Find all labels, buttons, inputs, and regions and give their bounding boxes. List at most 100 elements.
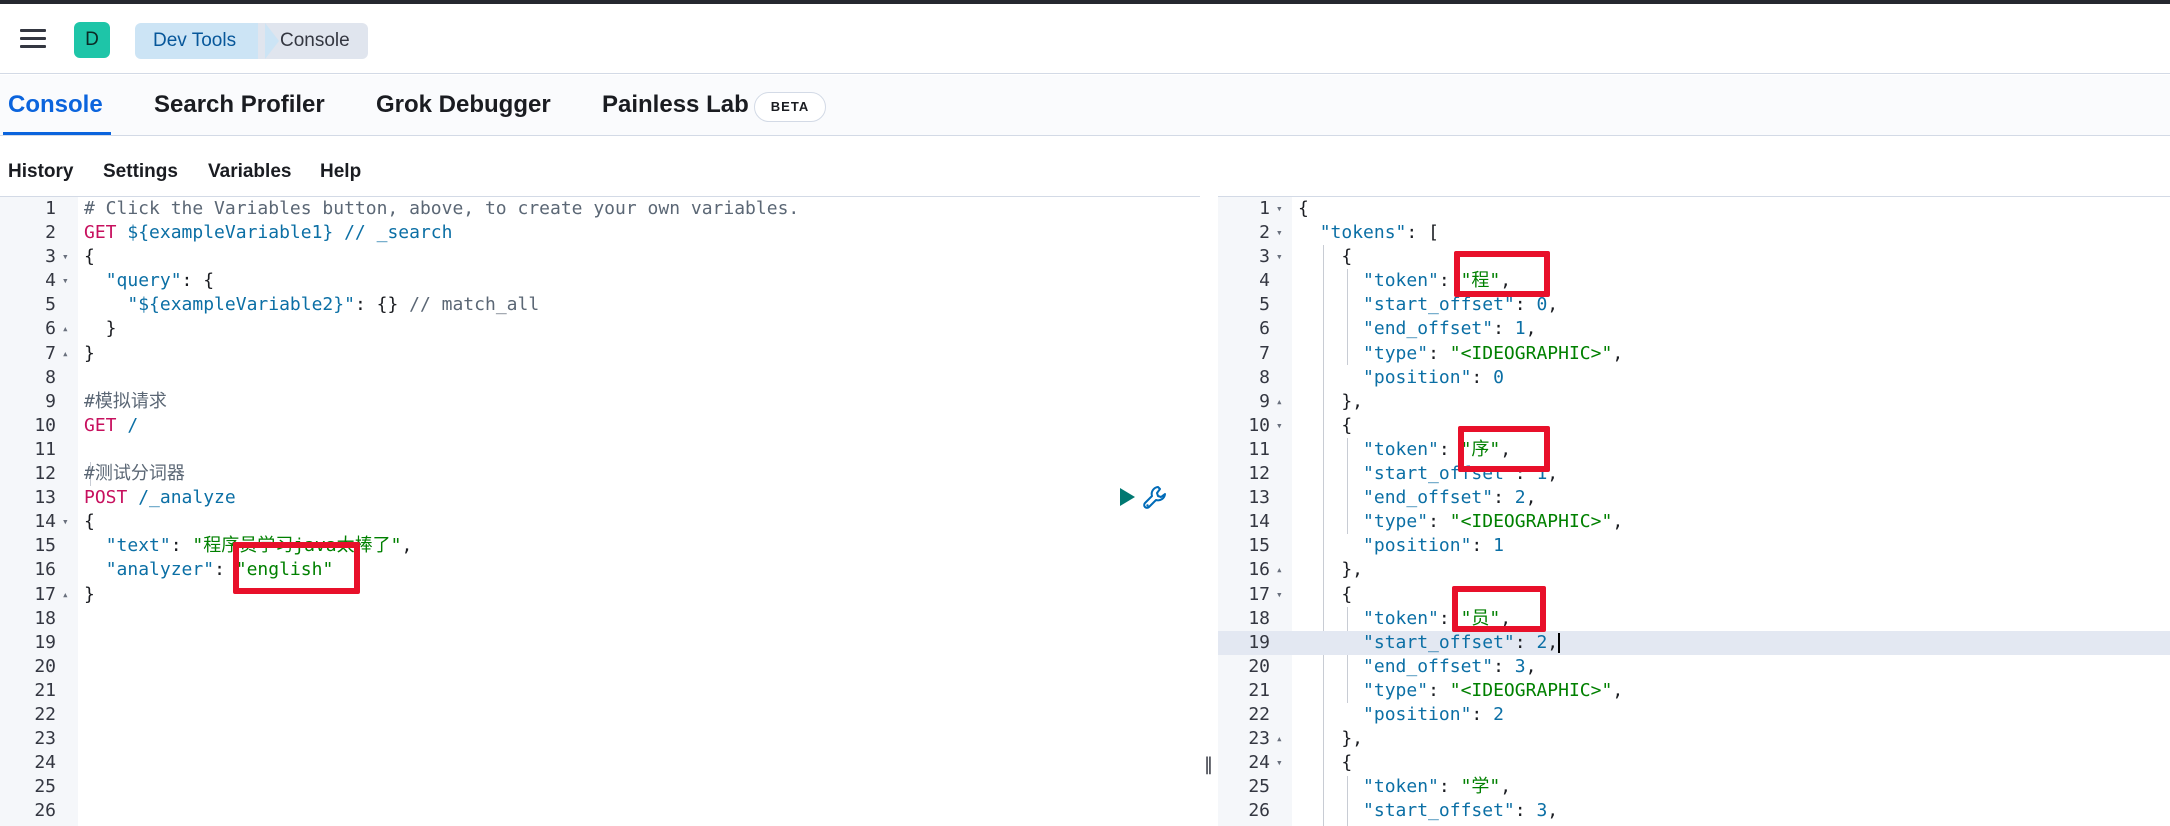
code-token: : bbox=[1493, 318, 1515, 340]
code-token: "text" bbox=[105, 535, 171, 557]
code-text: "end_offset": 1, bbox=[1298, 317, 1536, 341]
line-number: 9 bbox=[45, 390, 56, 412]
code-token: : { bbox=[181, 270, 215, 292]
fold-arrow-down-icon[interactable]: ▾ bbox=[62, 510, 69, 534]
breadcrumb-dev-tools[interactable]: Dev Tools bbox=[135, 23, 279, 59]
code-text: "end_offset": 2, bbox=[1298, 486, 1536, 510]
line-number: 3 bbox=[45, 246, 56, 268]
tab-grok-debugger[interactable]: Grok Debugger bbox=[376, 91, 551, 119]
code-token: 2 bbox=[1536, 631, 1548, 653]
fold-arrow-up-icon[interactable]: ▴ bbox=[1276, 727, 1283, 751]
line-number: 17 bbox=[1248, 583, 1270, 605]
code-line: 17 ▾ { bbox=[1218, 583, 2170, 607]
code-line: 14 ▾ { bbox=[0, 510, 1200, 534]
tab-painless-lab[interactable]: Painless Lab bbox=[602, 91, 749, 119]
tab-console[interactable]: Console bbox=[8, 91, 103, 119]
tab-search-profiler[interactable]: Search Profiler bbox=[154, 91, 325, 119]
fold-arrow-down-icon[interactable]: ▾ bbox=[62, 269, 69, 293]
code-text: "end_offset": 3, bbox=[1298, 655, 1536, 679]
code-token: #测试分词器 bbox=[84, 463, 185, 485]
request-lines: 1 # Click the Variables button, above, to… bbox=[0, 197, 1200, 823]
code-token: , bbox=[1500, 776, 1512, 798]
code-line: 6 ▴ } bbox=[0, 317, 1200, 341]
fold-arrow-up-icon[interactable]: ▴ bbox=[62, 342, 69, 366]
code-token: "end_offset" bbox=[1363, 318, 1494, 340]
code-token: "type" bbox=[1363, 679, 1429, 701]
menu-help[interactable]: Help bbox=[320, 161, 361, 183]
fold-arrow-up-icon[interactable]: ▴ bbox=[1276, 390, 1283, 414]
code-token: : {} bbox=[354, 294, 410, 316]
code-token: { bbox=[84, 246, 95, 268]
code-token: "position" bbox=[1363, 703, 1472, 725]
code-line: 26 "start_offset": 3, bbox=[1218, 799, 2170, 823]
line-number: 17 bbox=[34, 583, 56, 605]
code-line: 11 bbox=[0, 438, 1200, 462]
line-number: 7 bbox=[1259, 342, 1270, 364]
fold-arrow-down-icon[interactable]: ▾ bbox=[1276, 414, 1283, 438]
line-number: 14 bbox=[34, 511, 56, 533]
code-line: 20 "end_offset": 3, bbox=[1218, 655, 2170, 679]
code-token: "position" bbox=[1363, 366, 1472, 388]
fold-arrow-up-icon[interactable]: ▴ bbox=[62, 317, 69, 341]
code-text: { bbox=[1298, 245, 1352, 269]
code-line: 21 bbox=[0, 679, 1200, 703]
code-token: : bbox=[170, 535, 193, 557]
line-number: 16 bbox=[1248, 559, 1270, 581]
code-token: ${exampleVariable1} // _search bbox=[127, 222, 453, 244]
fold-arrow-down-icon[interactable]: ▾ bbox=[1276, 221, 1283, 245]
code-line: 19 "start_offset": 2, bbox=[1218, 630, 2170, 655]
code-token: "${exampleVariable2}" bbox=[127, 294, 355, 316]
space-avatar[interactable]: D bbox=[74, 22, 110, 58]
response-editor[interactable]: 1 ▾ {2 ▾ "tokens": [3 ▾ {4 "token": "程", 5 "s… bbox=[1218, 196, 2170, 826]
menu-history[interactable]: History bbox=[8, 161, 73, 183]
fold-arrow-up-icon[interactable]: ▴ bbox=[62, 583, 69, 607]
line-number: 20 bbox=[34, 655, 56, 677]
code-line: 10 ▾ { bbox=[1218, 414, 2170, 438]
line-number: 22 bbox=[1248, 703, 1270, 725]
code-line: 16 "analyzer": "english" bbox=[0, 558, 1200, 582]
code-token: # Click the Variables button, above, to … bbox=[84, 198, 800, 219]
play-icon[interactable] bbox=[1117, 487, 1137, 507]
code-token: /_analyze bbox=[138, 487, 236, 509]
code-token: "<IDEOGRAPHIC>" bbox=[1449, 342, 1613, 364]
response-lines: 1 ▾ {2 ▾ "tokens": [3 ▾ {4 "token": "程", 5 "s… bbox=[1218, 197, 2170, 823]
line-number: 11 bbox=[34, 438, 56, 460]
code-text: POST /_analyze bbox=[84, 486, 236, 510]
code-token: "学" bbox=[1460, 776, 1501, 798]
wrench-icon[interactable] bbox=[1142, 484, 1170, 512]
resize-grip-icon[interactable]: ‖ bbox=[1204, 754, 1213, 775]
fold-arrow-up-icon[interactable]: ▴ bbox=[1276, 558, 1283, 582]
code-token: "start_offset" bbox=[1363, 800, 1515, 822]
active-tab-underline bbox=[3, 132, 111, 135]
code-text: { bbox=[1298, 414, 1352, 438]
fold-arrow-down-icon[interactable]: ▾ bbox=[62, 245, 69, 269]
code-line: 12 "start_offset": 1, bbox=[1218, 462, 2170, 486]
line-number: 11 bbox=[1248, 438, 1270, 460]
line-number: 24 bbox=[1248, 752, 1270, 774]
line-number: 25 bbox=[1248, 776, 1270, 798]
fold-arrow-down-icon[interactable]: ▾ bbox=[1276, 245, 1283, 269]
panel-resizer[interactable] bbox=[1200, 196, 1218, 826]
code-text: { bbox=[1298, 751, 1352, 775]
code-token: "position" bbox=[1363, 535, 1472, 557]
fold-arrow-down-icon[interactable]: ▾ bbox=[1276, 751, 1283, 775]
code-line: 9 ▴ }, bbox=[1218, 390, 2170, 414]
code-token: "<IDEOGRAPHIC>" bbox=[1449, 679, 1613, 701]
menu-settings[interactable]: Settings bbox=[103, 161, 178, 183]
fold-arrow-down-icon[interactable]: ▾ bbox=[1276, 197, 1283, 221]
code-token: 2 bbox=[1493, 703, 1504, 725]
code-token: , bbox=[1547, 800, 1559, 822]
request-editor[interactable]: 1 # Click the Variables button, above, to… bbox=[0, 196, 1200, 826]
code-line: 23 ▴ }, bbox=[1218, 727, 2170, 751]
hamburger-icon[interactable] bbox=[20, 29, 46, 49]
code-token: "<IDEOGRAPHIC>" bbox=[1449, 511, 1613, 533]
fold-arrow-down-icon[interactable]: ▾ bbox=[1276, 583, 1283, 607]
menu-variables[interactable]: Variables bbox=[208, 161, 291, 183]
line-number: 13 bbox=[1248, 487, 1270, 509]
code-line: 23 bbox=[0, 727, 1200, 751]
